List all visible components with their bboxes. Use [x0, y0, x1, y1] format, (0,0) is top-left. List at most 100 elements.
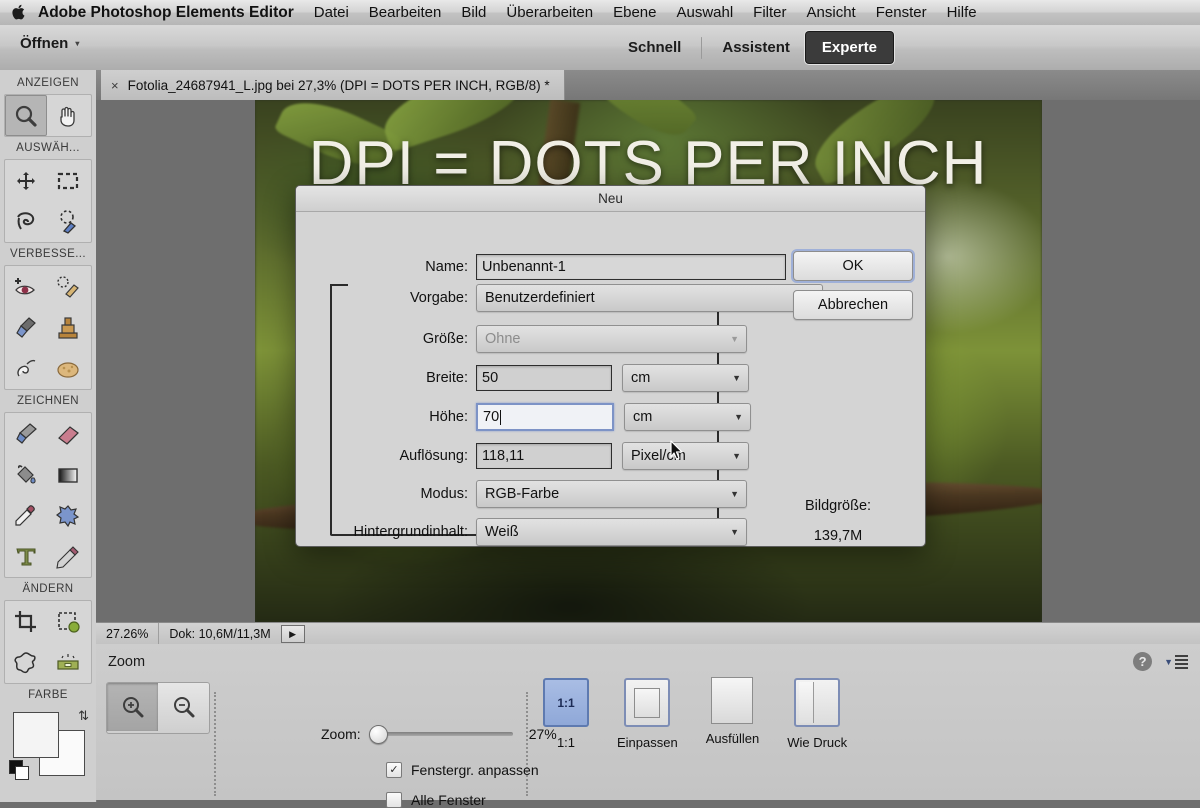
- red-eye-tool[interactable]: [5, 266, 47, 307]
- apple-logo-icon[interactable]: [0, 3, 38, 23]
- menu-item-filter[interactable]: Filter: [753, 4, 786, 21]
- menu-item-bild[interactable]: Bild: [461, 4, 486, 21]
- menu-item-ansicht[interactable]: Ansicht: [807, 4, 856, 21]
- document-tab[interactable]: × Fotolia_24687941_L.jpg bei 27,3% (DPI …: [101, 70, 565, 100]
- resolution-unit-value: Pixel/cm: [631, 448, 686, 464]
- pencil-tool[interactable]: [47, 536, 89, 577]
- tab-experte[interactable]: Experte: [805, 32, 893, 63]
- height-label: Höhe:: [429, 409, 468, 425]
- checkbox-alle-fenster[interactable]: Alle Fenster: [386, 792, 486, 808]
- clone-stamp-tool[interactable]: [47, 307, 89, 348]
- move-tool[interactable]: [5, 160, 47, 201]
- menu-item-ebene[interactable]: Ebene: [613, 4, 656, 21]
- background-select[interactable]: Weiß ▼: [476, 518, 747, 546]
- open-button[interactable]: Öffnen ▾: [20, 35, 79, 52]
- default-colors-icon[interactable]: [9, 760, 29, 780]
- paint-bucket-tool[interactable]: [5, 454, 47, 495]
- menu-item-hilfe[interactable]: Hilfe: [947, 4, 977, 21]
- tab-assistent[interactable]: Assistent: [706, 32, 806, 63]
- gradient-tool[interactable]: [47, 454, 89, 495]
- resolution-input[interactable]: 118,11: [476, 443, 612, 469]
- eraser-tool[interactable]: [47, 413, 89, 454]
- view-button-ausfuellen[interactable]: Ausfüllen: [706, 677, 759, 750]
- menu-item-datei[interactable]: Datei: [314, 4, 349, 21]
- tab-schnell[interactable]: Schnell: [612, 32, 697, 63]
- checkbox-indicator[interactable]: [386, 792, 402, 808]
- height-input[interactable]: 70: [476, 403, 614, 431]
- tool-group-label-auswaehlen: AUSWÄH...: [16, 142, 80, 154]
- height-unit-select[interactable]: cm ▼: [624, 403, 751, 431]
- preset-select[interactable]: Benutzerdefiniert ▼: [476, 284, 823, 312]
- zoom-tool[interactable]: [5, 95, 47, 136]
- type-tool[interactable]: [5, 536, 47, 577]
- close-icon[interactable]: ×: [111, 78, 119, 93]
- sponge-tool[interactable]: [47, 348, 89, 389]
- tool-group-label-anzeigen: ANZEIGEN: [17, 77, 79, 89]
- zoom-out-tool[interactable]: [158, 683, 209, 731]
- status-menu-arrow-icon[interactable]: ▶: [280, 625, 305, 643]
- foreground-color-swatch[interactable]: [13, 712, 59, 758]
- zoom-slider-knob[interactable]: [368, 725, 388, 744]
- width-input[interactable]: 50: [476, 365, 612, 391]
- options-help-icons: ? ▼: [1133, 652, 1188, 671]
- view-button-ausfuellen-icon[interactable]: [711, 677, 754, 724]
- chevron-down-icon: ▼: [730, 489, 739, 499]
- image-size-value: 139,7M: [813, 528, 863, 544]
- straighten-tool[interactable]: [47, 642, 89, 683]
- cancel-button[interactable]: Abbrechen: [793, 290, 913, 320]
- cookie-cutter-tool[interactable]: [5, 642, 47, 683]
- checkbox-indicator[interactable]: ✓: [386, 762, 402, 778]
- image-size-label: Bildgröße:: [804, 498, 872, 514]
- name-input[interactable]: Unbenannt-1: [476, 254, 786, 280]
- menu-item-auswahl[interactable]: Auswahl: [676, 4, 733, 21]
- mode-label: Modus:: [420, 486, 468, 502]
- document-tab-label: Fotolia_24687941_L.jpg bei 27,3% (DPI = …: [127, 77, 550, 93]
- marquee-tool[interactable]: [47, 160, 89, 201]
- zoom-slider[interactable]: [368, 725, 513, 744]
- checkbox-fenstergr-anpassen[interactable]: ✓ Fenstergr. anpassen: [386, 762, 539, 778]
- brush-tool[interactable]: [5, 413, 47, 454]
- view-button-wie-druck[interactable]: Wie Druck: [787, 678, 847, 750]
- tool-panel: ANZEIGEN AUSWÄH... VERBESSE... ZEICHNEN …: [0, 70, 97, 802]
- mode-select[interactable]: RGB-Farbe ▼: [476, 480, 747, 508]
- spot-healing-tool[interactable]: [47, 266, 89, 307]
- ok-button[interactable]: OK: [793, 251, 913, 281]
- resolution-unit-select[interactable]: Pixel/cm ▼: [622, 442, 749, 470]
- mode-select-value: RGB-Farbe: [485, 486, 560, 502]
- crop-tool[interactable]: [5, 601, 47, 642]
- status-zoom-level[interactable]: 27.26%: [96, 623, 160, 645]
- document-tab-bar: × Fotolia_24687941_L.jpg bei 27,3% (DPI …: [96, 70, 1200, 101]
- width-unit-value: cm: [631, 370, 651, 386]
- view-mode-buttons: 1:1 1:1 Einpassen Ausfüllen Wie Druck: [543, 677, 847, 750]
- chevron-down-icon: ▾: [75, 39, 80, 48]
- mode-tabs: Schnell Assistent Experte: [612, 25, 893, 70]
- shape-tool[interactable]: [47, 495, 89, 536]
- background-select-value: Weiß: [485, 524, 519, 540]
- blur-tool[interactable]: [5, 348, 47, 389]
- view-button-1to1-icon[interactable]: 1:1: [543, 678, 589, 727]
- hand-tool[interactable]: [47, 95, 89, 136]
- zoom-in-tool[interactable]: [107, 683, 158, 731]
- view-button-einpassen[interactable]: Einpassen: [617, 678, 678, 750]
- width-unit-select[interactable]: cm ▼: [622, 364, 749, 392]
- lasso-tool[interactable]: [5, 201, 47, 242]
- panel-menu-icon[interactable]: ▼: [1164, 654, 1188, 669]
- size-select[interactable]: Ohne ▼: [476, 325, 747, 353]
- view-button-wie-druck-icon[interactable]: [794, 678, 841, 727]
- question-mark-icon[interactable]: ?: [1133, 652, 1153, 671]
- foreground-background-swatch[interactable]: ⇅: [5, 708, 91, 780]
- menu-item-fenster[interactable]: Fenster: [876, 4, 927, 21]
- smart-brush-tool[interactable]: [5, 307, 47, 348]
- menu-bar: Adobe Photoshop Elements Editor Datei Be…: [0, 0, 1200, 26]
- tool-group-verbessern: [4, 265, 92, 390]
- options-panel-title: Zoom: [108, 654, 146, 670]
- size-select-value: Ohne: [485, 331, 521, 347]
- quick-selection-tool[interactable]: [47, 201, 89, 242]
- menu-item-ueberarbeiten[interactable]: Überarbeiten: [506, 4, 593, 21]
- swap-colors-icon[interactable]: ⇅: [78, 708, 89, 724]
- menu-item-bearbeiten[interactable]: Bearbeiten: [369, 4, 442, 21]
- eyedropper-tool[interactable]: [5, 495, 47, 536]
- view-button-einpassen-icon[interactable]: [624, 678, 671, 727]
- view-button-1to1[interactable]: 1:1 1:1: [543, 678, 589, 750]
- recompose-tool[interactable]: [47, 601, 89, 642]
